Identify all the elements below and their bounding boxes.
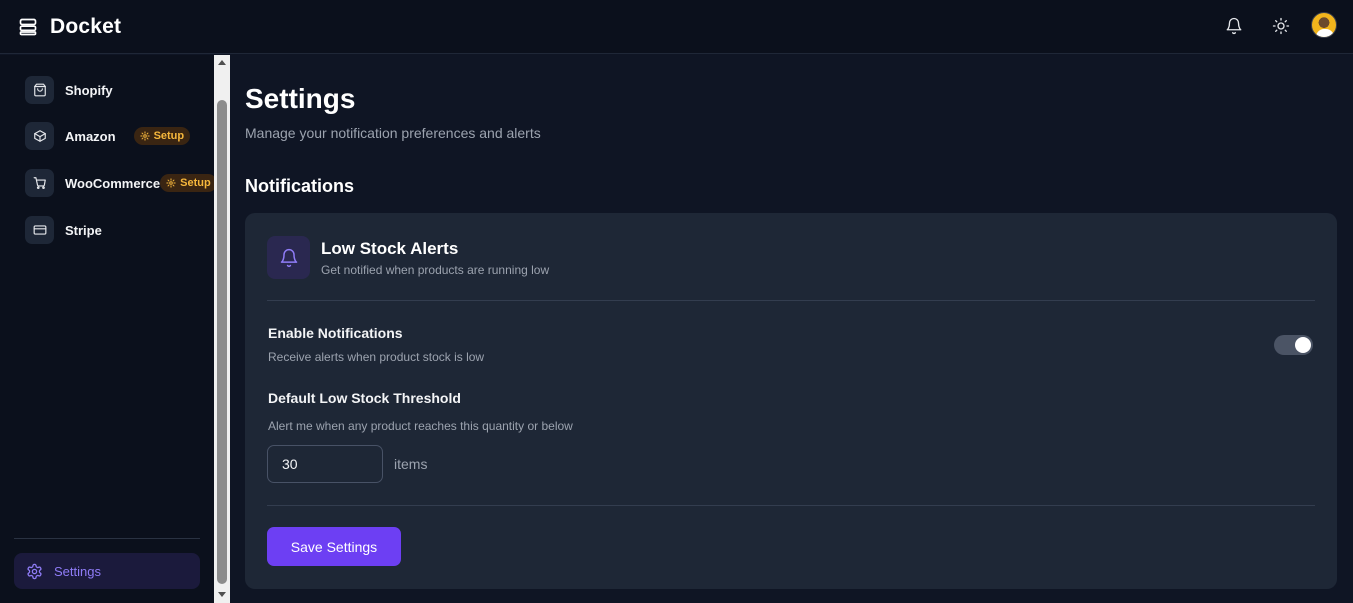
sidebar: Shopify Amazon Setup WooCommerce Setup S… (0, 55, 217, 603)
scroll-down-arrow-icon[interactable] (218, 592, 226, 597)
sun-icon (1272, 17, 1290, 35)
theme-toggle-button[interactable] (1269, 14, 1293, 38)
threshold-description: Alert me when any product reaches this q… (268, 419, 573, 433)
page-subtitle: Manage your notification preferences and… (245, 125, 541, 141)
sidebar-scrollbar[interactable] (214, 55, 230, 603)
sidebar-divider (14, 538, 200, 539)
sidebar-item-label: Stripe (65, 222, 102, 238)
scroll-up-arrow-icon[interactable] (218, 60, 226, 65)
badge-label: Setup (180, 177, 211, 189)
gear-icon (27, 563, 42, 579)
user-avatar[interactable] (1311, 12, 1337, 38)
brand[interactable]: Docket (18, 13, 121, 41)
threshold-unit: items (394, 456, 428, 472)
card-title: Low Stock Alerts (321, 239, 459, 258)
enable-notifications-description: Receive alerts when product stock is low (268, 350, 485, 364)
shopping-bag-icon-wrap (25, 76, 54, 104)
bell-icon (1226, 17, 1242, 35)
credit-card-icon (33, 225, 46, 235)
sidebar-item-woocommerce[interactable]: WooCommerce Setup (25, 169, 217, 197)
sidebar-item-amazon[interactable]: Amazon Setup (25, 122, 191, 150)
bell-icon (280, 248, 297, 267)
notifications-button[interactable] (1222, 14, 1246, 38)
app-name: Docket (50, 15, 122, 38)
badge-label: Setup (153, 130, 185, 142)
server-stack-icon (19, 18, 37, 36)
sidebar-item-settings[interactable]: Settings (14, 553, 200, 589)
threshold-input[interactable] (267, 445, 383, 483)
toggle-knob (1295, 337, 1311, 353)
sidebar-item-label: Amazon (65, 128, 116, 144)
threshold-title: Default Low Stock Threshold (268, 390, 461, 406)
credit-card-icon-wrap (25, 216, 54, 244)
enable-notifications-title: Enable Notifications (268, 325, 403, 341)
enable-notifications-toggle[interactable] (1274, 335, 1313, 355)
setup-badge[interactable]: Setup (160, 174, 217, 192)
top-bar: Docket (0, 0, 1353, 54)
box-icon-wrap (25, 122, 54, 150)
sidebar-item-shopify[interactable]: Shopify (25, 76, 113, 104)
setup-badge[interactable]: Setup (133, 127, 191, 145)
sidebar-item-label: WooCommerce (65, 175, 161, 191)
gear-icon (166, 178, 176, 188)
card-divider (267, 300, 1315, 301)
save-settings-button[interactable]: Save Settings (267, 527, 401, 566)
gear-icon (139, 131, 150, 141)
shopping-bag-icon (33, 83, 46, 97)
section-title: Notifications (245, 176, 355, 196)
low-stock-alerts-card: Low Stock Alerts Get notified when produ… (245, 213, 1337, 589)
card-description: Get notified when products are running l… (321, 263, 550, 277)
card-icon-wrap (267, 236, 310, 279)
page-title: Settings (245, 83, 356, 114)
sidebar-item-stripe[interactable]: Stripe (25, 216, 102, 244)
box-icon (33, 130, 46, 142)
card-divider (267, 505, 1315, 506)
scrollbar-thumb[interactable] (217, 100, 227, 584)
sidebar-item-label: Settings (54, 563, 101, 579)
cart-icon-wrap (25, 169, 54, 197)
cart-icon (33, 177, 46, 190)
sidebar-item-label: Shopify (65, 82, 113, 98)
